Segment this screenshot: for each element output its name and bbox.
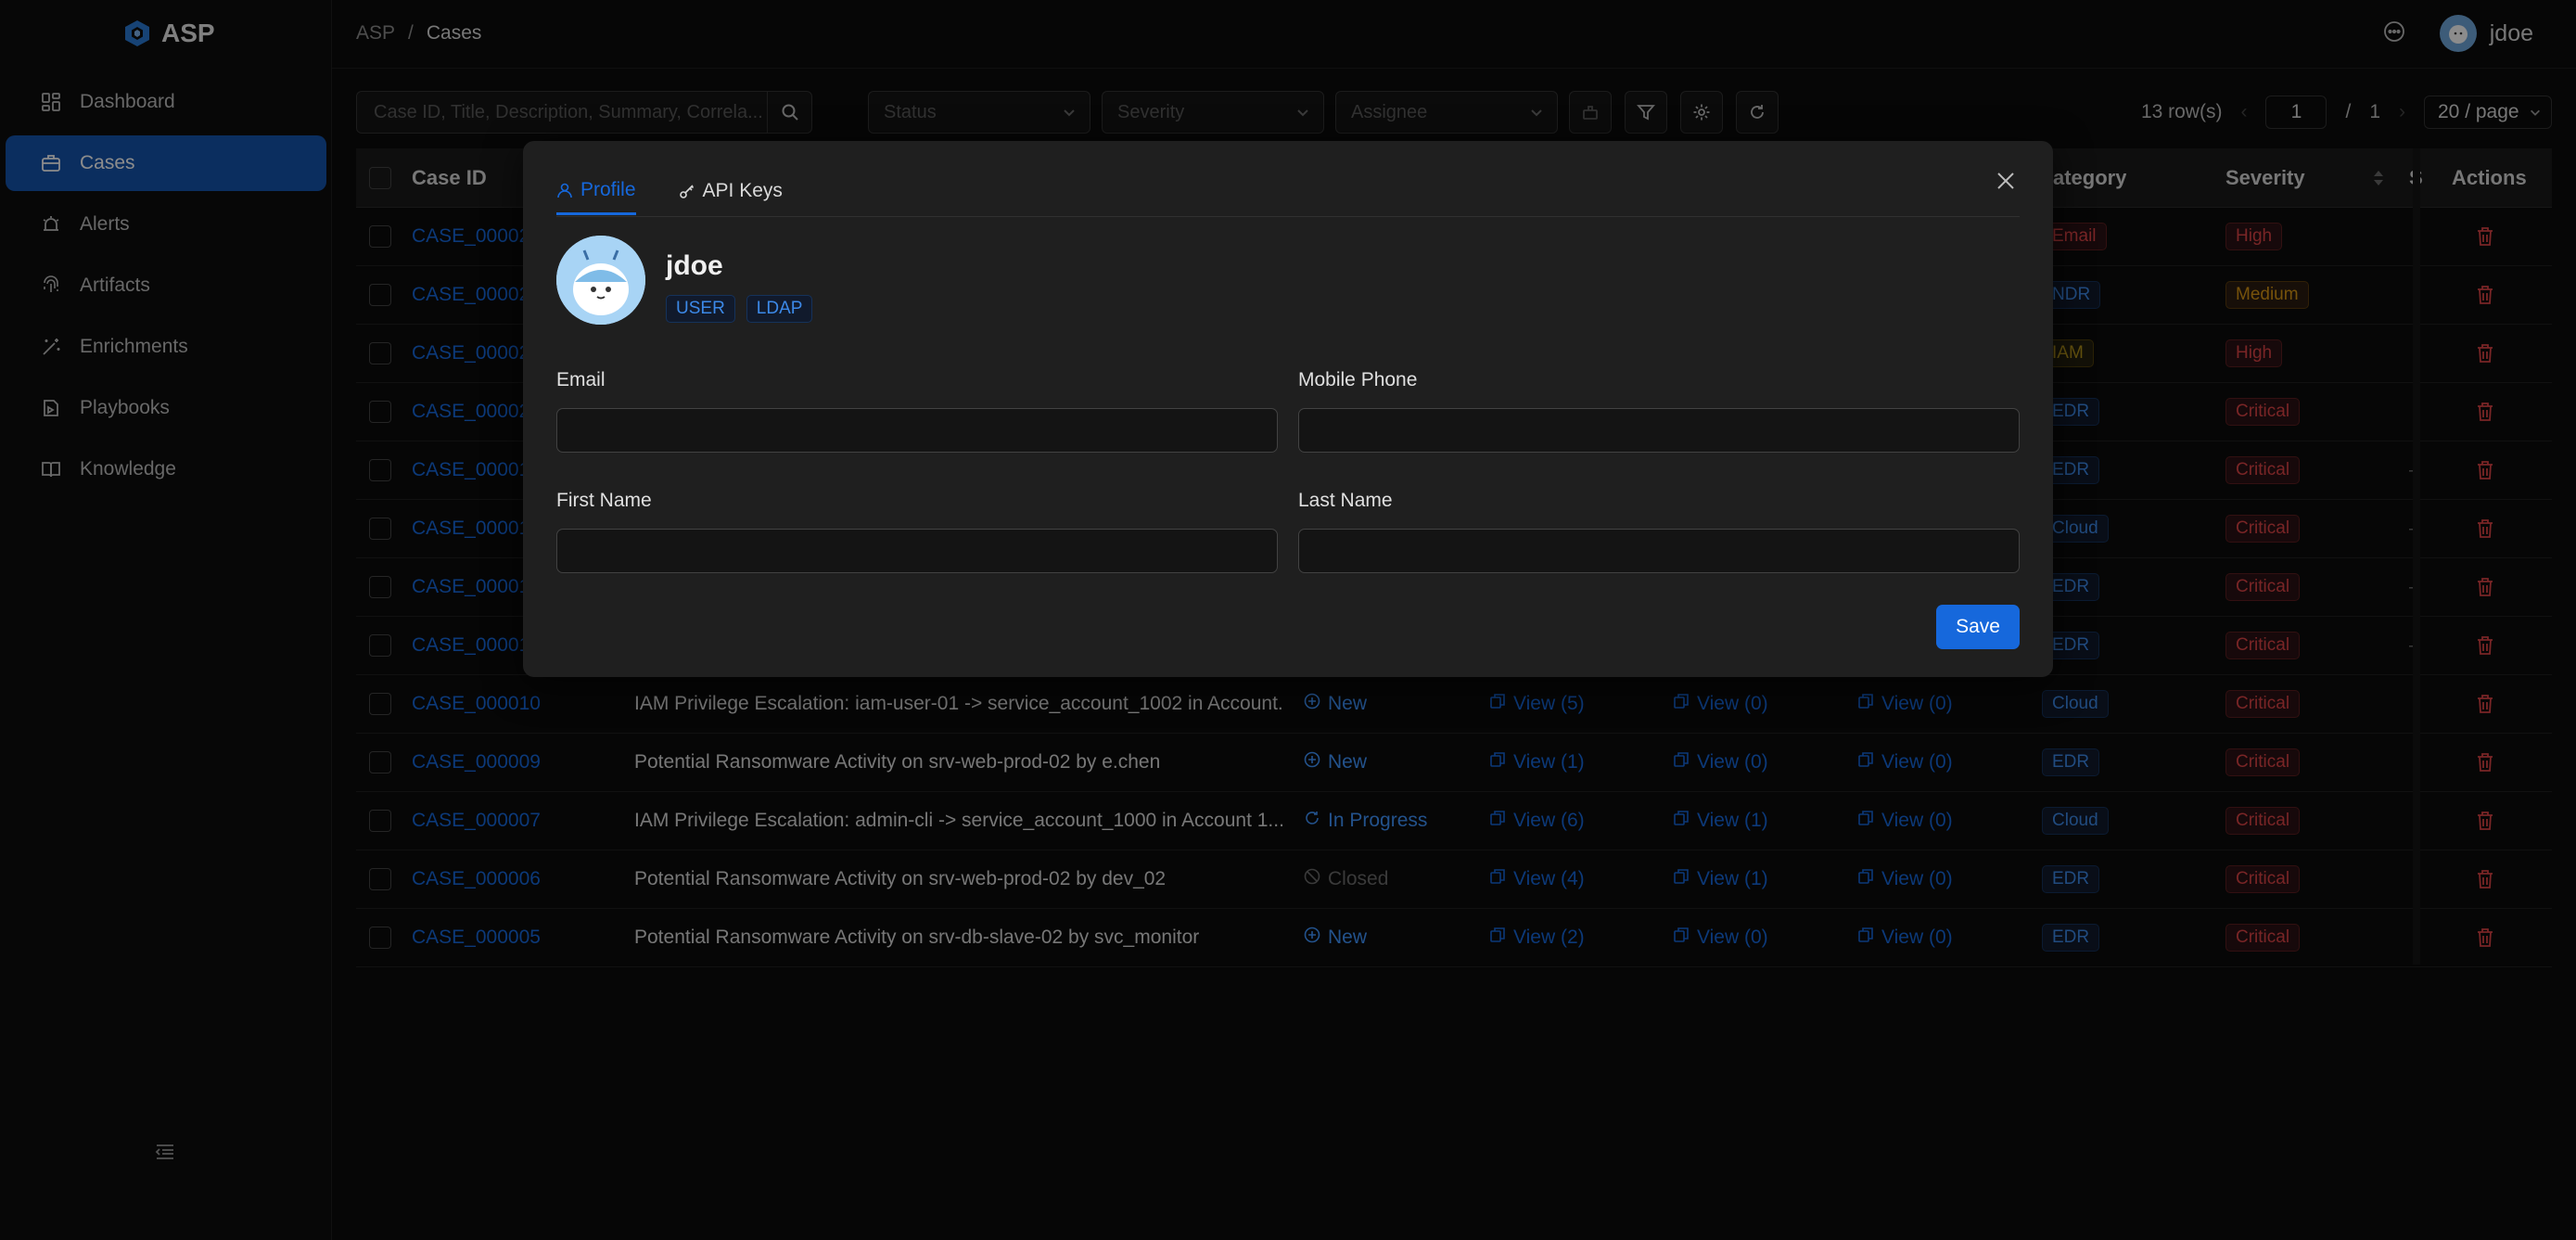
- last-name-field[interactable]: [1298, 529, 2020, 573]
- profile-avatar: [556, 236, 645, 325]
- save-button[interactable]: Save: [1936, 605, 2020, 649]
- email-label: Email: [556, 369, 606, 390]
- tab-api-keys[interactable]: API Keys: [679, 167, 783, 215]
- email-field[interactable]: [556, 408, 1278, 453]
- role-tag: USER: [666, 295, 735, 323]
- first-name-field[interactable]: [556, 529, 1278, 573]
- last-name-label: Last Name: [1298, 490, 1393, 511]
- close-icon[interactable]: [1992, 167, 2020, 195]
- tab-profile[interactable]: Profile: [556, 167, 636, 215]
- profile-modal: Profile API Keys jdoe USER LDAP Email Mo…: [523, 141, 2053, 677]
- mobile-label: Mobile Phone: [1298, 369, 1418, 390]
- mobile-phone-field[interactable]: [1298, 408, 2020, 453]
- first-name-label: First Name: [556, 490, 652, 511]
- tab-api-keys-label: API Keys: [702, 180, 783, 201]
- key-icon: [679, 185, 694, 198]
- user-icon: [557, 183, 572, 198]
- profile-username: jdoe: [666, 250, 723, 281]
- source-tag: LDAP: [746, 295, 813, 323]
- tab-profile-label: Profile: [580, 178, 636, 200]
- modal-tabs: Profile API Keys: [556, 167, 2020, 217]
- profile-tags: USER LDAP: [666, 295, 813, 323]
